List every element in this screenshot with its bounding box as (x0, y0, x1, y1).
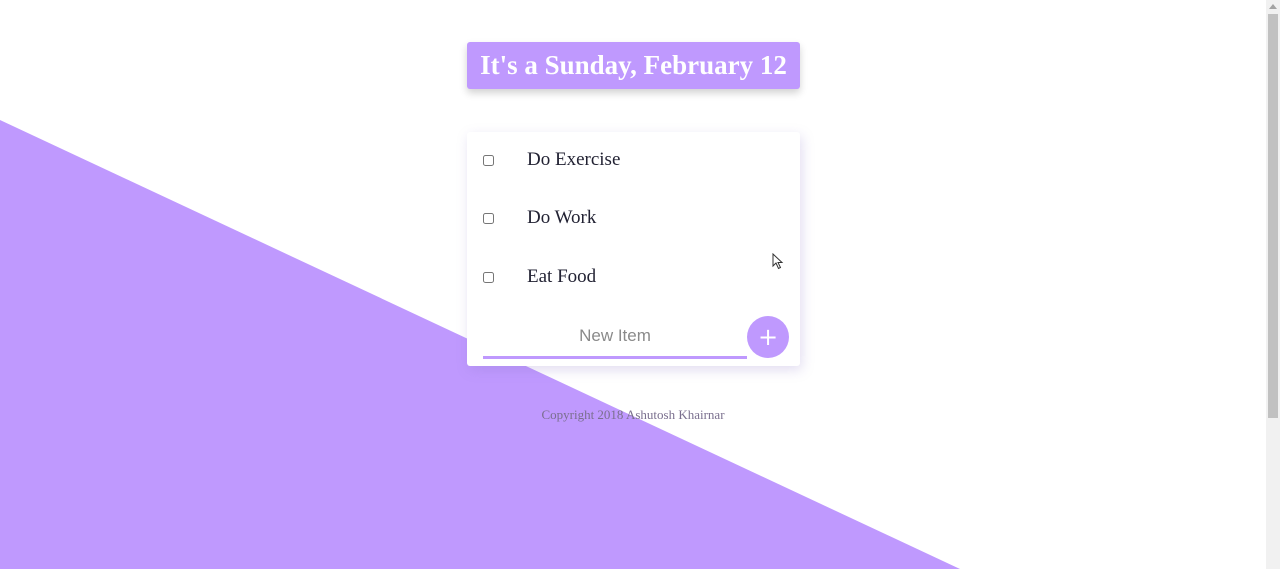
list-item: Do Exercise (467, 140, 800, 180)
page: It's a Sunday, February 12 Do Exercise D… (0, 0, 1280, 569)
date-heading-box: It's a Sunday, February 12 (467, 42, 800, 89)
add-item-button[interactable]: + (747, 316, 789, 358)
item-label: Eat Food (527, 266, 597, 287)
scrollbar-thumb[interactable] (1268, 14, 1278, 418)
page-title: It's a Sunday, February 12 (480, 50, 787, 80)
new-item-input[interactable] (483, 315, 747, 359)
plus-icon: + (757, 323, 779, 351)
item-label: Do Work (527, 207, 597, 228)
vertical-scrollbar[interactable] (1266, 0, 1280, 569)
list-item: Eat Food (467, 257, 800, 297)
new-item-form (483, 315, 747, 361)
list-item: Do Work (467, 198, 800, 238)
item-checkbox[interactable] (483, 154, 494, 166)
footer-copyright: Copyright 2018 Ashutosh Khairnar (541, 407, 725, 422)
item-label: Do Exercise (527, 149, 621, 170)
item-checkbox[interactable] (483, 212, 494, 224)
scroll-up-arrow-icon[interactable] (1269, 4, 1277, 9)
mouse-pointer-icon (772, 253, 784, 270)
item-checkbox[interactable] (483, 271, 494, 283)
todo-card: Do Exercise Do Work Eat Food + (467, 132, 800, 366)
